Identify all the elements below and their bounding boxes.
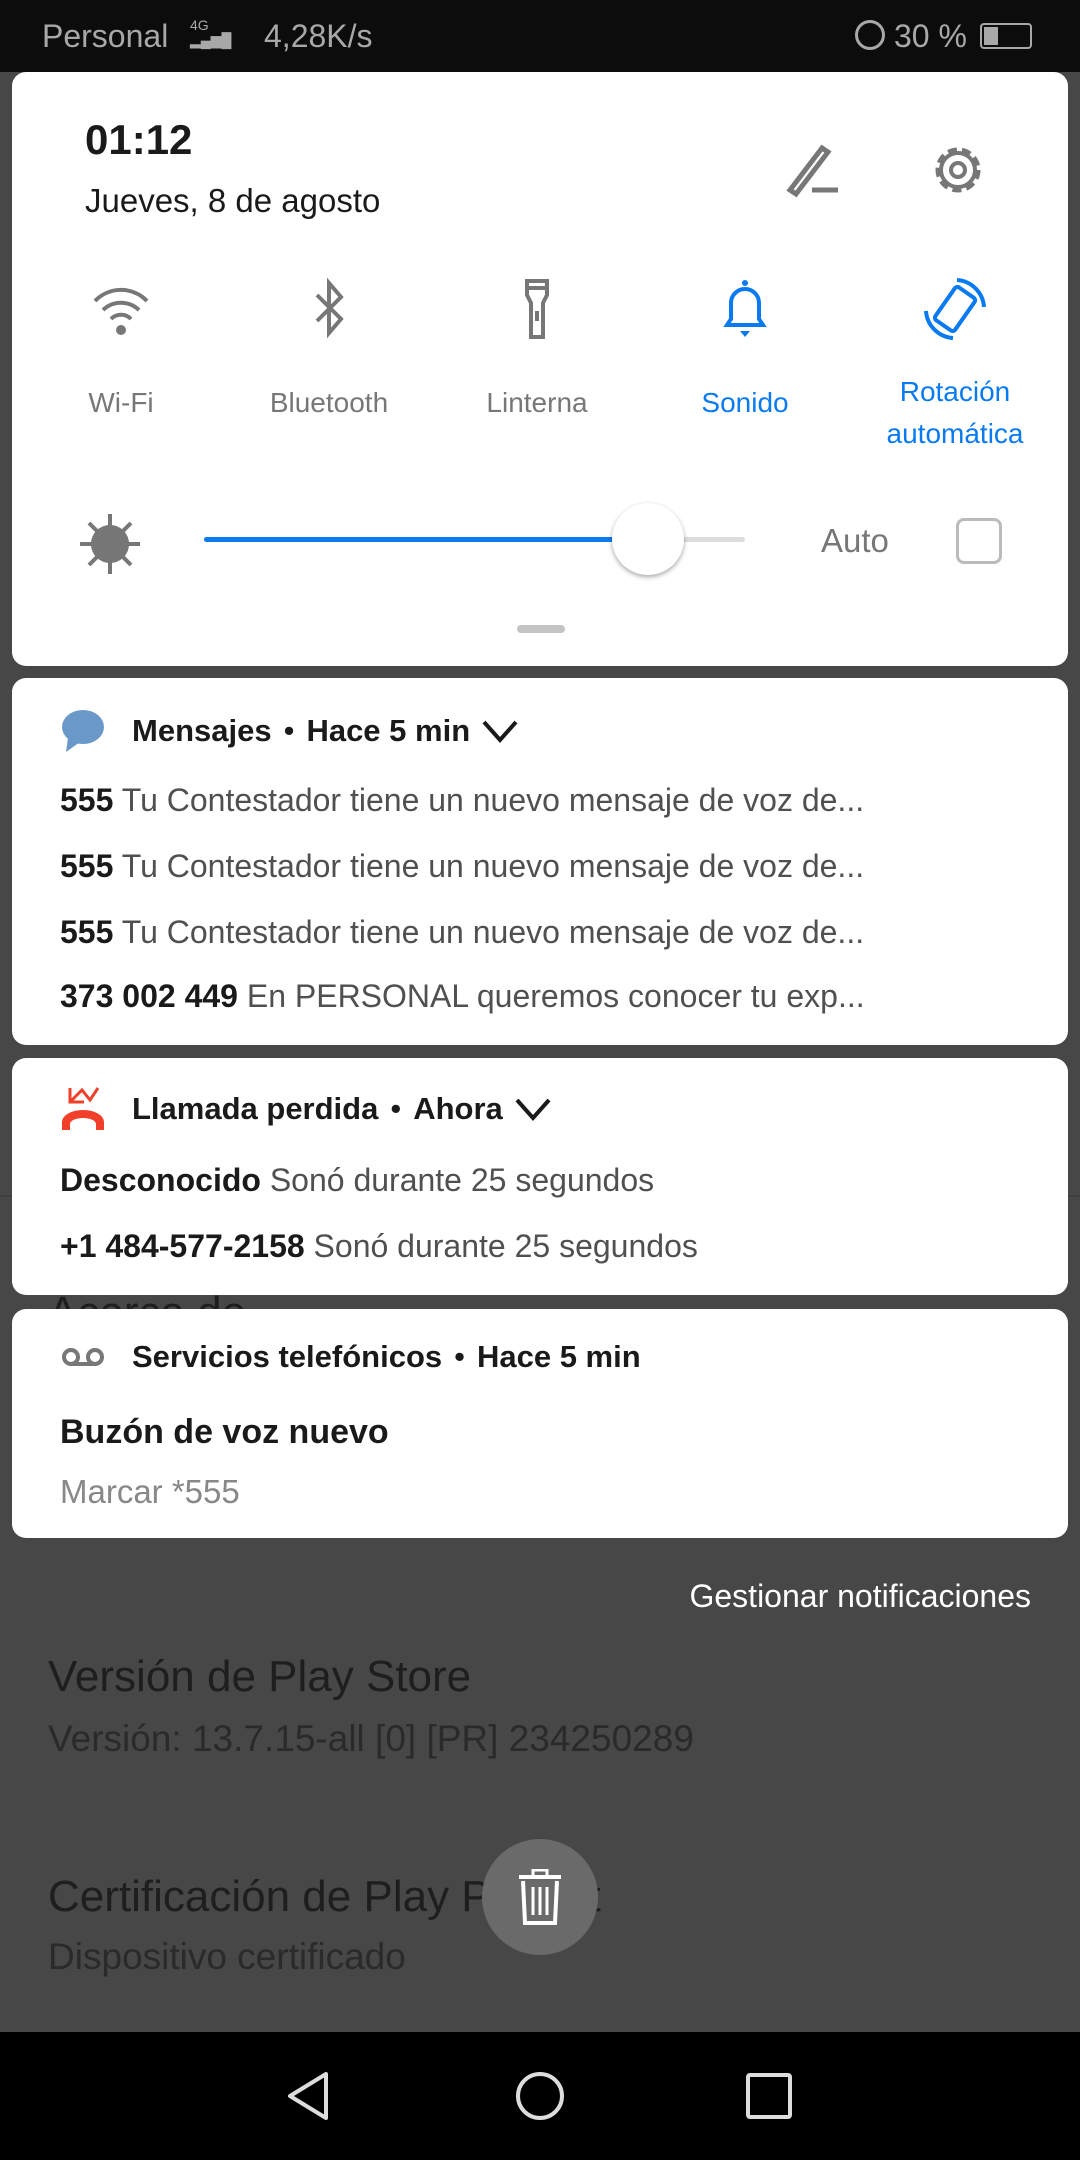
date: Jueves, 8 de agosto <box>85 182 381 219</box>
toggle-label: Rotación automática <box>886 376 1024 449</box>
bg-item-title[interactable]: Versión de Play Store <box>48 1652 471 1702</box>
back-icon[interactable] <box>284 2070 336 2122</box>
battery-saver-icon <box>855 20 885 50</box>
notification-header[interactable]: Servicios telefónicos • Hace 5 min <box>60 1339 641 1375</box>
notification-time: Hace 5 min <box>476 1339 641 1374</box>
message-line[interactable]: 555 Tu Contestador tiene un nuevo mensaj… <box>60 848 1040 885</box>
status-bar: Personal 4G ▂▄▆█ 4,28K/s 30 % <box>0 0 1080 72</box>
navigation-bar <box>0 2032 1080 2160</box>
signal-icon: 4G ▂▄▆█ <box>190 17 232 48</box>
toggle-flashlight[interactable]: Linterna <box>437 277 637 419</box>
voicemail-icon <box>62 1348 104 1366</box>
chevron-down-icon[interactable] <box>480 716 520 746</box>
network-speed: 4,28K/s <box>264 18 373 54</box>
toggle-wifi[interactable]: Wi-Fi <box>21 277 221 419</box>
bell-icon <box>723 280 767 337</box>
bg-item-subtitle: Versión: 13.7.15-all [0] [PR] 234250289 <box>48 1718 694 1759</box>
bg-item-subtitle: Dispositivo certificado <box>48 1936 406 1977</box>
toggle-label: Bluetooth <box>269 387 389 418</box>
app-name: Servicios telefónicos <box>132 1339 443 1374</box>
notification-time: Ahora <box>413 1091 503 1126</box>
bluetooth-icon <box>315 277 344 339</box>
brightness-slider-thumb[interactable] <box>611 503 684 575</box>
wifi-icon <box>93 287 149 335</box>
toggle-bluetooth[interactable]: Bluetooth <box>229 277 429 419</box>
notification-missed-call[interactable]: Llamada perdida • Ahora Desconocido Sonó d… <box>12 1058 1068 1295</box>
carrier: Personal <box>42 18 169 54</box>
toggle-sound[interactable]: Sonido <box>645 277 845 419</box>
flashlight-icon <box>525 279 549 339</box>
message-icon <box>62 710 104 752</box>
app-name: Mensajes <box>132 713 272 748</box>
auto-brightness-checkbox[interactable] <box>956 518 1002 564</box>
call-line[interactable]: Desconocido Sonó durante 25 segundos <box>60 1162 1040 1199</box>
app-name: Llamada perdida <box>132 1091 379 1126</box>
clear-all-button[interactable] <box>482 1839 598 1955</box>
brightness-icon <box>80 514 140 574</box>
notification-time: Hace 5 min <box>306 713 471 748</box>
brightness-slider-fill <box>204 537 648 542</box>
settings-gear-icon[interactable] <box>926 138 990 202</box>
notification-title: Buzón de voz nuevo <box>60 1413 389 1451</box>
battery-percent: 30 % <box>894 18 967 54</box>
recents-icon[interactable] <box>745 2072 793 2120</box>
rotate-icon <box>924 278 986 340</box>
battery-icon <box>980 23 1032 49</box>
home-icon[interactable] <box>514 2070 566 2122</box>
notification-text: Marcar *555 <box>60 1473 240 1510</box>
notification-voicemail[interactable]: Servicios telefónicos • Hace 5 min Buzón d… <box>12 1309 1068 1538</box>
panel-drag-handle[interactable] <box>517 625 565 633</box>
auto-brightness-label: Auto <box>821 522 889 559</box>
notification-header[interactable]: Llamada perdida • Ahora <box>60 1086 553 1132</box>
brightness-slider[interactable] <box>204 503 745 575</box>
trash-icon <box>519 1869 561 1925</box>
notification-messages[interactable]: Mensajes • Hace 5 min 555 Tu Contestador t… <box>12 678 1068 1045</box>
notification-header[interactable]: Mensajes • Hace 5 min <box>60 708 520 754</box>
chevron-down-icon[interactable] <box>513 1094 553 1124</box>
missed-call-icon <box>62 1087 104 1130</box>
toggle-label: Linterna <box>486 387 588 418</box>
call-line[interactable]: +1 484-577-2158 Sonó durante 25 segundos <box>60 1228 1040 1265</box>
toggle-label: Wi-Fi <box>88 387 154 418</box>
toggle-label: Sonido <box>701 387 789 418</box>
toggle-auto-rotate[interactable]: Rotación automática <box>855 277 1055 455</box>
message-line[interactable]: 373 002 449 En PERSONAL queremos conocer… <box>60 978 1040 1015</box>
manage-notifications-link[interactable]: Gestionar notificaciones <box>689 1578 1031 1615</box>
message-line[interactable]: 555 Tu Contestador tiene un nuevo mensaj… <box>60 914 1040 951</box>
edit-icon[interactable] <box>782 138 842 198</box>
clock: 01:12 <box>85 116 193 163</box>
quick-settings-panel: 01:12 Jueves, 8 de agosto Wi-Fi Bluetoot… <box>12 72 1068 666</box>
message-line[interactable]: 555 Tu Contestador tiene un nuevo mensaj… <box>60 782 1040 819</box>
